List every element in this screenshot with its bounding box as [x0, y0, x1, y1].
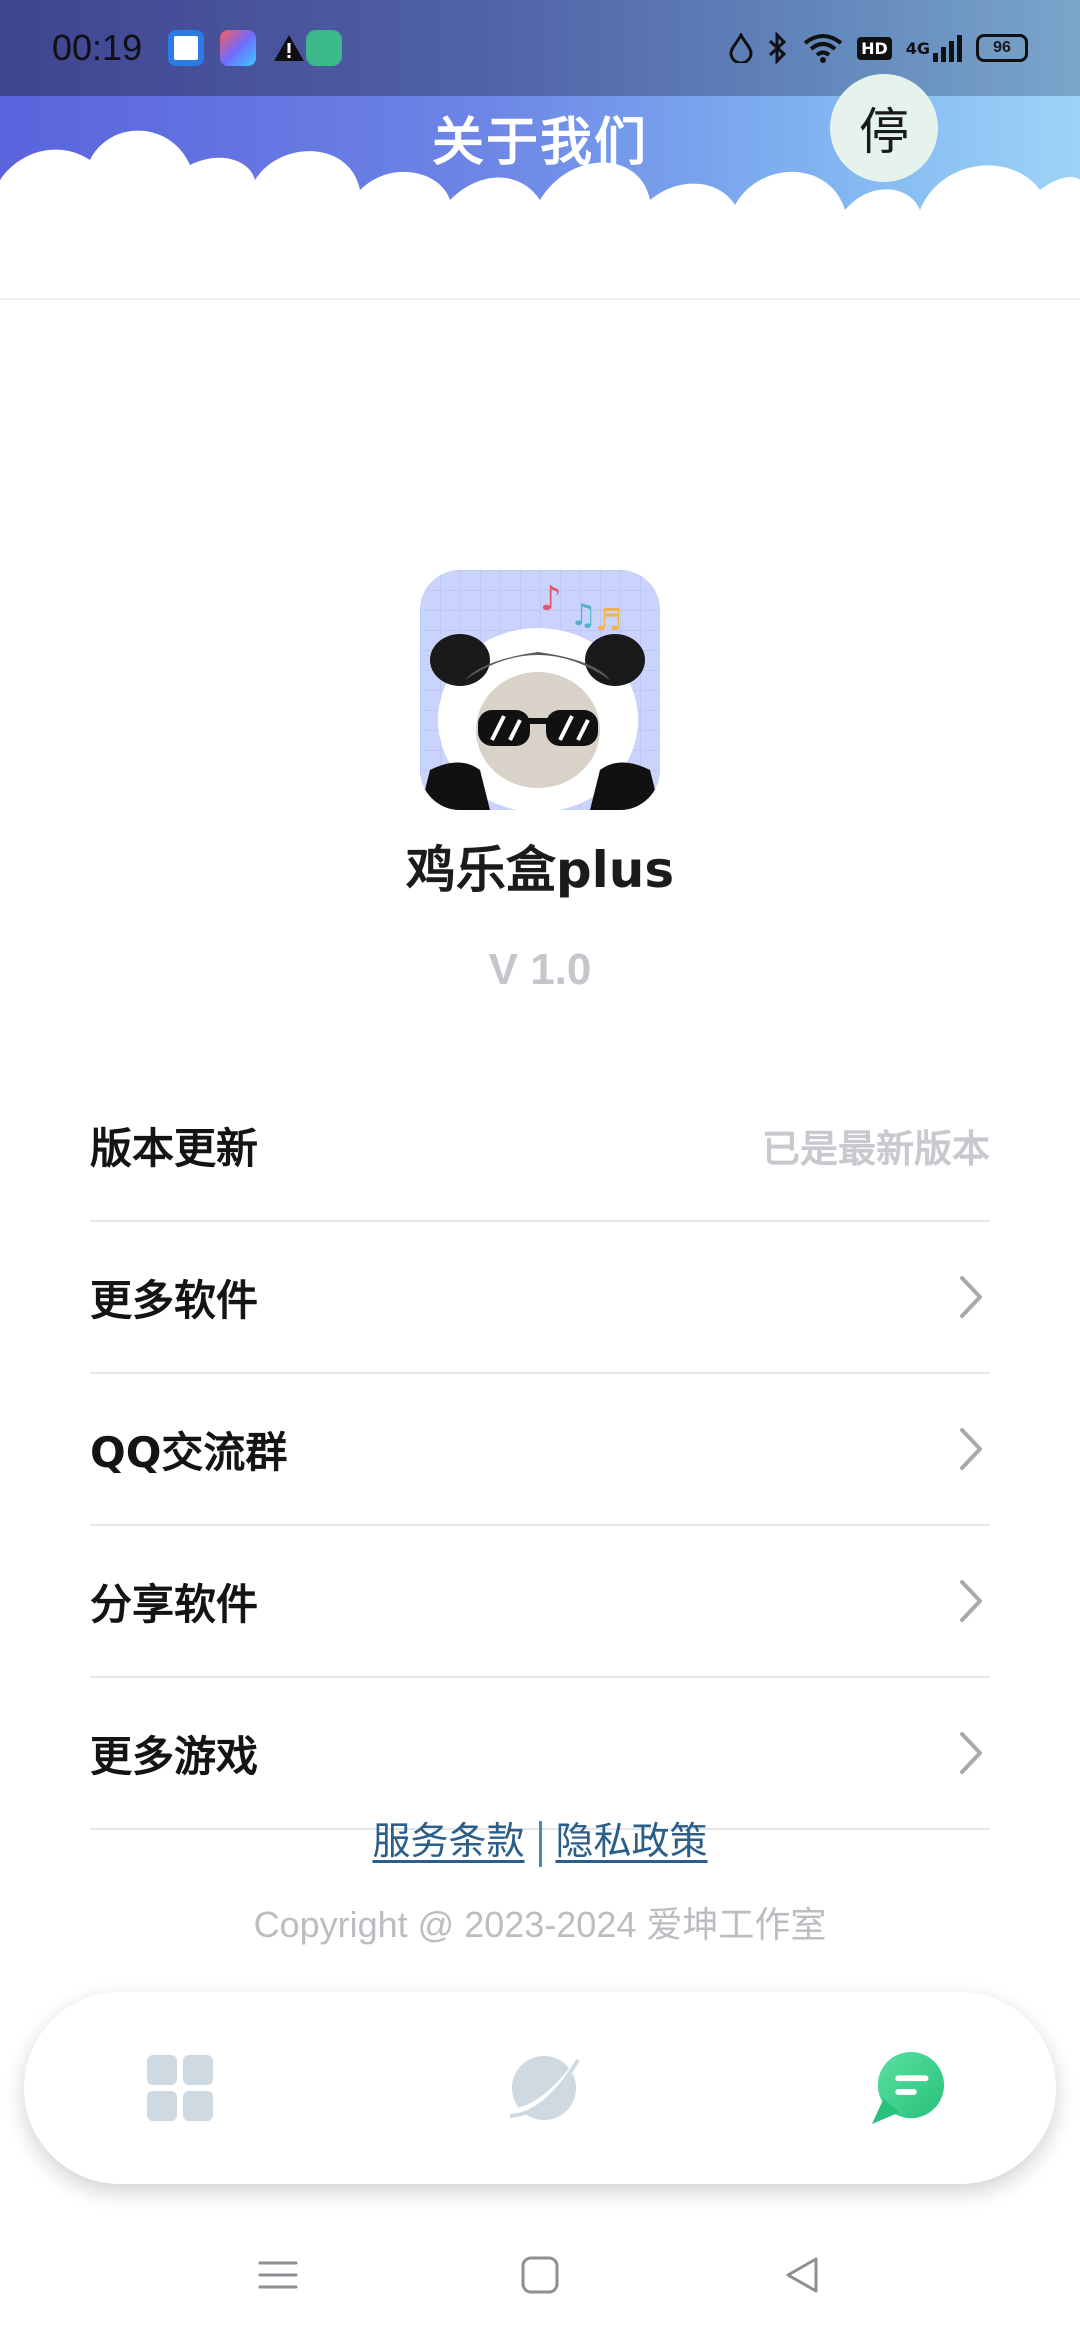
link-divider: [538, 1820, 542, 1867]
tab-discover[interactable]: [506, 2050, 582, 2126]
back-icon[interactable]: [780, 2253, 824, 2297]
battery-indicator: 96: [976, 34, 1028, 62]
tab-messages[interactable]: [870, 2050, 946, 2126]
svg-text:♬: ♬: [595, 603, 622, 638]
bottom-tab-bar: [24, 1992, 1056, 2184]
menu-icon[interactable]: [256, 2253, 300, 2297]
notification-app-icon: [306, 30, 343, 66]
menu-item-label: 分享软件: [90, 1579, 259, 1629]
terms-of-service-link[interactable]: 服务条款: [372, 1819, 524, 1863]
app-name: 鸡乐盒plus: [405, 841, 675, 899]
hd-badge: HD: [857, 36, 892, 60]
copyright-text: Copyright @ 2023-2024 爱坤工作室: [253, 1904, 827, 1945]
stop-button[interactable]: 停: [830, 74, 938, 182]
chevron-right-icon: [960, 1428, 982, 1470]
menu-item-value: 已是最新版本: [761, 1126, 990, 1171]
privacy-policy-link[interactable]: 隐私政策: [556, 1819, 708, 1863]
notification-app-icon: [220, 30, 257, 66]
menu-item-label: QQ交流群: [90, 1427, 288, 1477]
planet-icon: [509, 2056, 580, 2120]
menu-item-share-software[interactable]: 分享软件: [90, 1526, 990, 1678]
notification-app-icon: [168, 30, 205, 66]
status-time: 00:19: [52, 27, 143, 68]
chevron-right-icon: [960, 1276, 982, 1318]
svg-text:♫: ♫: [570, 598, 597, 633]
system-navigation-bar: [0, 2230, 1080, 2320]
tab-home[interactable]: [142, 2050, 218, 2126]
network-type: 4G: [905, 38, 930, 58]
home-icon[interactable]: [518, 2253, 562, 2297]
status-bar: 00:19 HD 4G 96: [0, 0, 1080, 96]
warning-icon: [272, 33, 306, 63]
menu-item-version-update[interactable]: 版本更新 已是最新版本: [90, 1070, 990, 1222]
drop-icon: [729, 33, 753, 63]
status-right: HD 4G 96: [729, 32, 1028, 64]
svg-text:♪: ♪: [540, 579, 562, 619]
menu-item-qq-group[interactable]: QQ交流群: [90, 1374, 990, 1526]
app-version: V 1.0: [488, 945, 592, 994]
grid-icon: [147, 2055, 213, 2121]
menu-item-label: 更多游戏: [90, 1731, 259, 1781]
legal-links: 服务条款 隐私政策: [0, 1810, 1080, 1867]
menu-item-more-games[interactable]: 更多游戏: [90, 1678, 990, 1830]
bluetooth-icon: [767, 32, 789, 64]
menu-item-label: 更多软件: [90, 1275, 259, 1325]
menu-item-label: 版本更新: [90, 1123, 259, 1173]
header-divider: [0, 298, 1080, 300]
chat-icon: [871, 2051, 945, 2125]
menu-item-more-software[interactable]: 更多软件: [90, 1222, 990, 1374]
settings-list: 版本更新 已是最新版本 更多软件 QQ交流群 分享软件 更多游戏: [90, 1070, 990, 1830]
chevron-right-icon: [960, 1732, 982, 1774]
app-logo: ♪ ♫ ♬: [420, 570, 660, 810]
signal-icon: 4G: [906, 33, 962, 63]
chevron-right-icon: [960, 1580, 982, 1622]
wifi-icon: [803, 33, 843, 63]
about-page: 00:19 HD 4G 96 关于我们 停 ♪ ♫ ♬ 鸡乐盒plus V 1.…: [0, 0, 1080, 2340]
